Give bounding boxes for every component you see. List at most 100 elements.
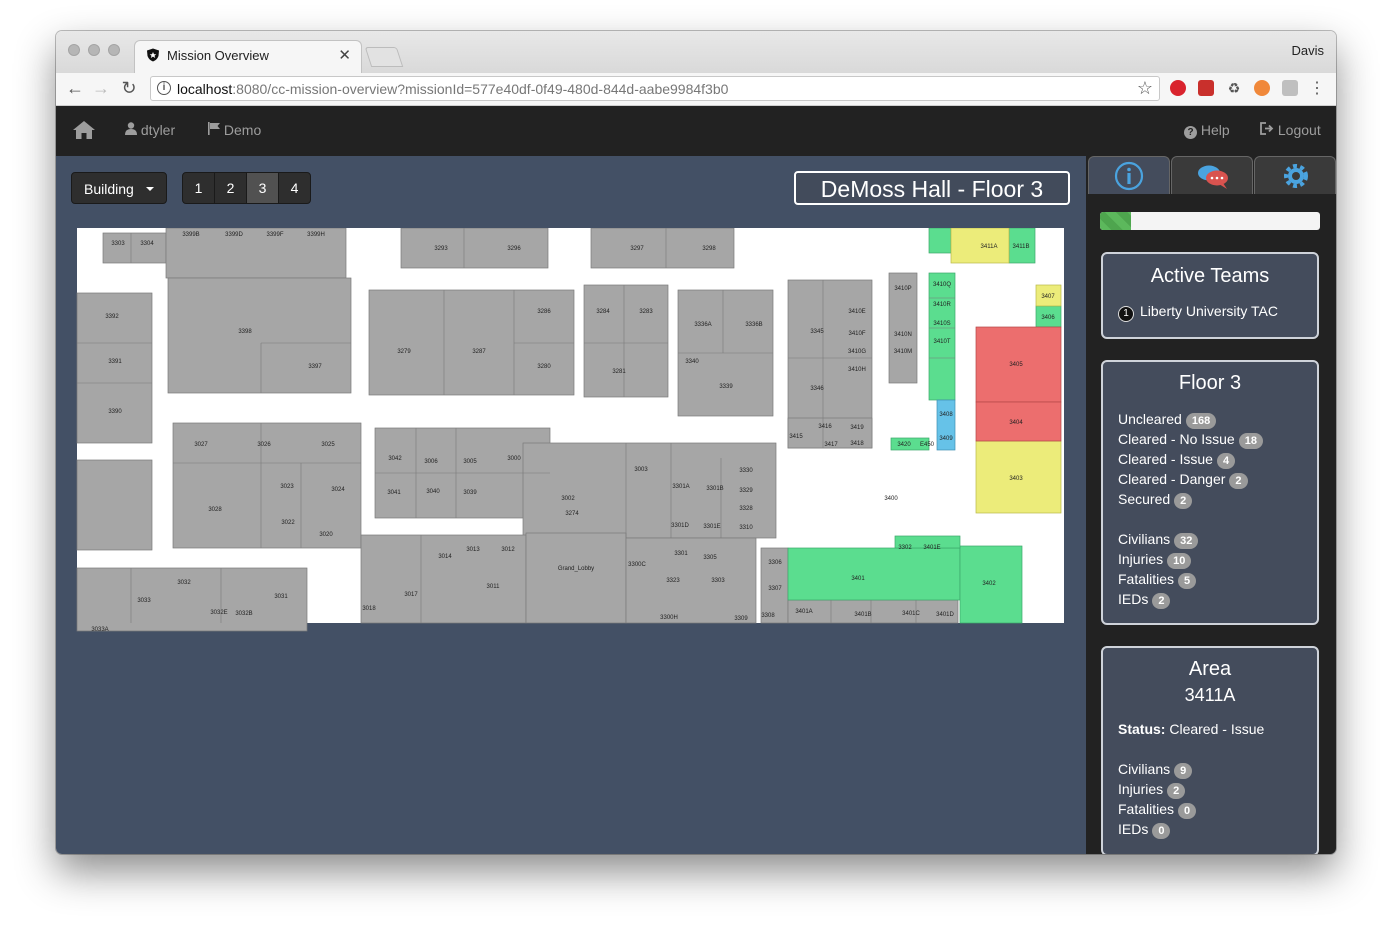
label-3284: 3284	[596, 309, 610, 315]
floor-button-3[interactable]: 3	[246, 172, 279, 204]
window-minimize-dot[interactable]	[88, 44, 100, 56]
label-3410E: 3410E	[848, 309, 865, 315]
tab-info[interactable]	[1088, 156, 1170, 194]
room-3284[interactable]	[583, 284, 669, 398]
grey-extension-icon[interactable]	[1282, 80, 1298, 96]
label-3392: 3392	[105, 314, 119, 320]
label-3402: 3402	[982, 581, 996, 587]
sidebar: Active Teams 1 Liberty University TAC Flo…	[1086, 156, 1336, 854]
room-3408[interactable]	[936, 399, 956, 451]
mission-progress-bar	[1100, 212, 1320, 230]
floor-plan-map[interactable]: 3303 3304 3399B 3399D 3399F 3399H 3293 3…	[71, 228, 1071, 633]
team-row[interactable]: 1 Liberty University TAC	[1118, 303, 1278, 322]
browser-tab[interactable]: Mission Overview ✕	[134, 40, 362, 73]
opera-extension-icon[interactable]	[1170, 80, 1186, 96]
back-arrow-icon[interactable]: ←	[64, 78, 86, 99]
window-close-dot[interactable]	[68, 44, 80, 56]
calendar-extension-icon[interactable]	[1198, 80, 1214, 96]
room-3279[interactable]	[368, 289, 575, 396]
room-3398[interactable]	[167, 277, 352, 394]
gear-icon	[1284, 164, 1308, 188]
floor-button-1[interactable]: 1	[182, 172, 215, 204]
label-3028: 3028	[208, 507, 222, 513]
menu-kebab-icon[interactable]: ⋮	[1306, 78, 1328, 98]
label-3286: 3286	[537, 309, 551, 315]
orange-extension-icon[interactable]	[1254, 80, 1270, 96]
bookmark-star-icon[interactable]: ☆	[1137, 78, 1153, 99]
room-3303[interactable]	[102, 232, 167, 264]
label-3018: 3018	[362, 606, 376, 612]
label-3283: 3283	[639, 309, 653, 315]
label-3003: 3003	[634, 467, 648, 473]
label-3025: 3025	[321, 442, 335, 448]
floor-button-4[interactable]: 4	[278, 172, 311, 204]
label-3303: 3303	[111, 241, 125, 247]
tab-close-icon[interactable]: ✕	[338, 46, 351, 64]
label-3399B: 3399B	[182, 232, 199, 238]
label-3302: 3302	[898, 545, 912, 551]
label-3399F: 3399F	[266, 232, 283, 238]
area-panel: Area 3411A Status: Cleared - Issue Civil…	[1101, 646, 1319, 854]
room-3401-row[interactable]	[787, 599, 959, 624]
tab-settings[interactable]	[1254, 156, 1336, 194]
shield-icon	[147, 48, 159, 62]
stat-cleared-danger: Cleared - Danger 2	[1118, 471, 1248, 489]
label-3281: 3281	[612, 369, 626, 375]
mission-nav-link[interactable]: Demo	[208, 122, 261, 138]
label-3301: 3301	[674, 551, 688, 557]
label-3415: 3415	[789, 434, 803, 440]
site-info-icon[interactable]: i	[157, 81, 171, 95]
room-3293[interactable]	[400, 228, 549, 269]
label-3296: 3296	[507, 246, 521, 252]
label-E450: E450	[920, 442, 935, 448]
reload-icon[interactable]: ↻	[118, 78, 140, 99]
building-dropdown[interactable]: Building	[71, 172, 167, 204]
window-zoom-dot[interactable]	[108, 44, 120, 56]
stat-cleared-issue: Cleared - Issue 4	[1118, 451, 1236, 469]
label-3293: 3293	[434, 246, 448, 252]
room-3036[interactable]	[76, 459, 153, 551]
label-3329: 3329	[739, 488, 753, 494]
address-bar[interactable]: i localhost:8080/cc-mission-overview?mis…	[150, 76, 1160, 101]
stat-ieds: IEDs 2	[1118, 591, 1171, 609]
room-3003[interactable]	[522, 442, 777, 539]
stat-secured: Secured 2	[1118, 491, 1193, 509]
label-3031: 3031	[274, 594, 288, 600]
label-3280: 3280	[537, 364, 551, 370]
home-icon[interactable]	[72, 120, 96, 140]
room-3032[interactable]	[76, 567, 308, 632]
logout-nav-link[interactable]: Logout	[1260, 122, 1321, 138]
profile-name[interactable]: Davis	[1291, 43, 1324, 58]
count-badge: 168	[1185, 413, 1217, 429]
room-grand-lobby[interactable]	[525, 532, 627, 624]
label-3305: 3305	[703, 555, 717, 561]
label-3397: 3397	[308, 364, 322, 370]
label-3406: 3406	[1041, 315, 1055, 321]
room-3401[interactable]	[787, 547, 961, 601]
label-3301A: 3301A	[672, 484, 689, 490]
floor-button-2[interactable]: 2	[214, 172, 247, 204]
forward-arrow-icon[interactable]: →	[90, 78, 112, 99]
label-3419: 3419	[850, 425, 864, 431]
room-3410AG[interactable]	[928, 228, 952, 254]
floor-selector: 1 2 3 4	[182, 172, 311, 204]
label-3041: 3041	[387, 490, 401, 496]
room-3410Q[interactable]	[928, 272, 956, 401]
area-ieds: IEDs 0	[1118, 821, 1171, 839]
browser-window: Mission Overview ✕ Davis ← → ↻ i localho…	[56, 31, 1336, 854]
user-nav-link[interactable]: dtyler	[125, 122, 175, 138]
room-3301[interactable]	[625, 537, 757, 624]
tab-chat[interactable]	[1171, 156, 1253, 194]
count-badge: 5	[1178, 573, 1197, 589]
new-tab-button[interactable]	[364, 47, 404, 67]
caret-down-icon	[146, 187, 154, 191]
label-3401C: 3401C	[902, 611, 920, 617]
label-3410S: 3410S	[933, 321, 950, 327]
flag-icon	[208, 122, 220, 135]
help-nav-link[interactable]: ? Help	[1184, 122, 1230, 139]
count-badge: 0	[1152, 823, 1171, 839]
recycle-extension-icon[interactable]: ♻	[1226, 80, 1242, 96]
label-3024: 3024	[331, 487, 345, 493]
label-3410T: 3410T	[933, 339, 950, 345]
count-badge: 9	[1174, 763, 1193, 779]
